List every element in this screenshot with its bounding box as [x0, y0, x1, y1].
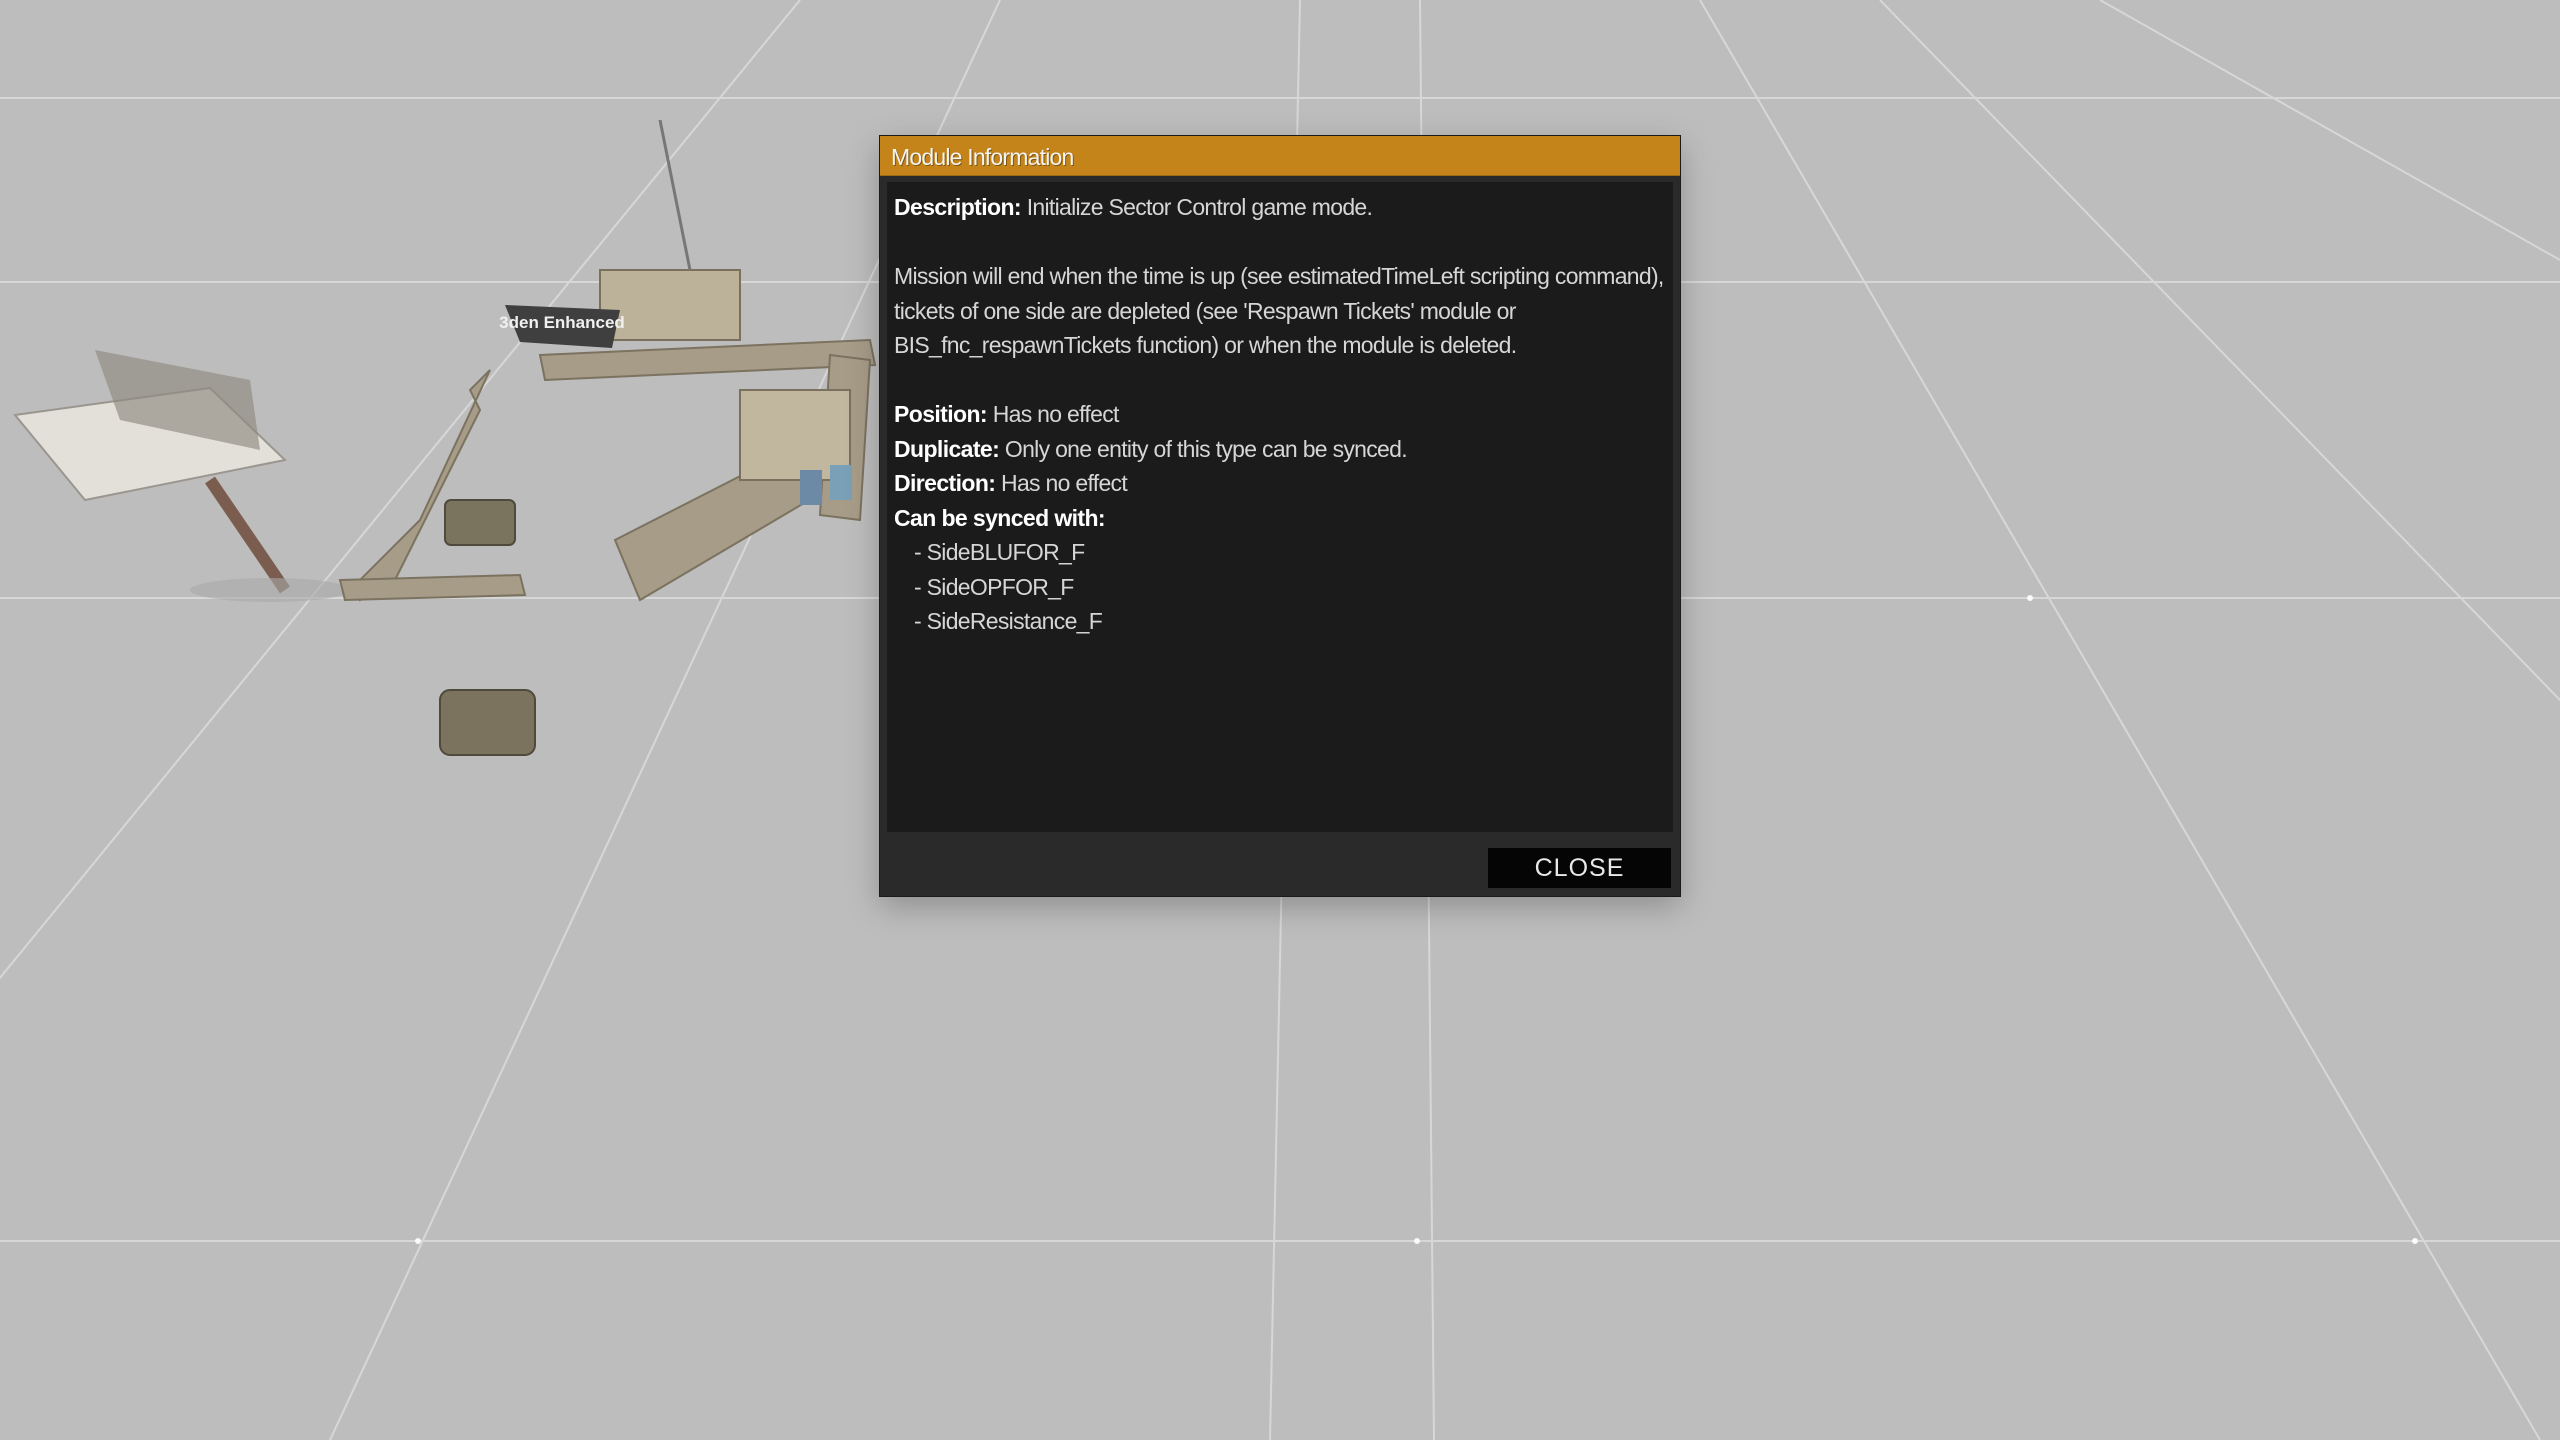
direction-line: Direction: Has no effect [894, 466, 1664, 501]
synced-item: - SideBLUFOR_F [914, 539, 1085, 565]
billboard [13, 350, 350, 602]
base-compound-scene: 3den Enhanced [13, 120, 877, 756]
duplicate-line: Duplicate: Only one entity of this type … [894, 432, 1664, 467]
dialog-content-panel: Description: Initialize Sector Control g… [887, 182, 1673, 832]
position-line: Position: Has no effect [894, 397, 1664, 432]
synced-item: - SideResistance_F [914, 608, 1103, 634]
sign-3den-enhanced: 3den Enhanced [499, 305, 625, 348]
direction-label: Direction: [894, 470, 996, 496]
duplicate-value: Only one entity of this type can be sync… [1004, 435, 1408, 462]
description-text: Initialize Sector Control game mode. [1026, 194, 1373, 220]
duplicate-label: Duplicate: [894, 435, 1000, 462]
close-button[interactable]: CLOSE [1488, 848, 1671, 888]
description-label: Description: [894, 194, 1022, 220]
synced-line: Can be synced with: [894, 501, 1664, 536]
command-building [599, 120, 851, 481]
mission-end-text: Mission will end when the time is up (se… [894, 263, 1664, 358]
synced-label: Can be synced with: [894, 504, 1106, 531]
dialog-title: Module Information [891, 144, 1074, 170]
dialog-titlebar[interactable]: Module Information [880, 136, 1680, 176]
module-info-text: Description: Initialize Sector Control g… [894, 190, 1664, 639]
direction-value: Has no effect [1001, 470, 1128, 496]
position-value: Has no effect [992, 401, 1120, 427]
vehicle-1 [444, 499, 516, 546]
synced-item: - SideOPFOR_F [914, 573, 1074, 600]
dialog-footer: CLOSE [880, 836, 1680, 896]
vehicle-2 [439, 689, 536, 756]
module-information-dialog: Module Information Description: Initiali… [880, 136, 1680, 896]
description-line: Description: Initialize Sector Control g… [894, 190, 1664, 225]
svg-text:3den Enhanced: 3den Enhanced [499, 313, 625, 332]
position-label: Position: [894, 401, 988, 427]
